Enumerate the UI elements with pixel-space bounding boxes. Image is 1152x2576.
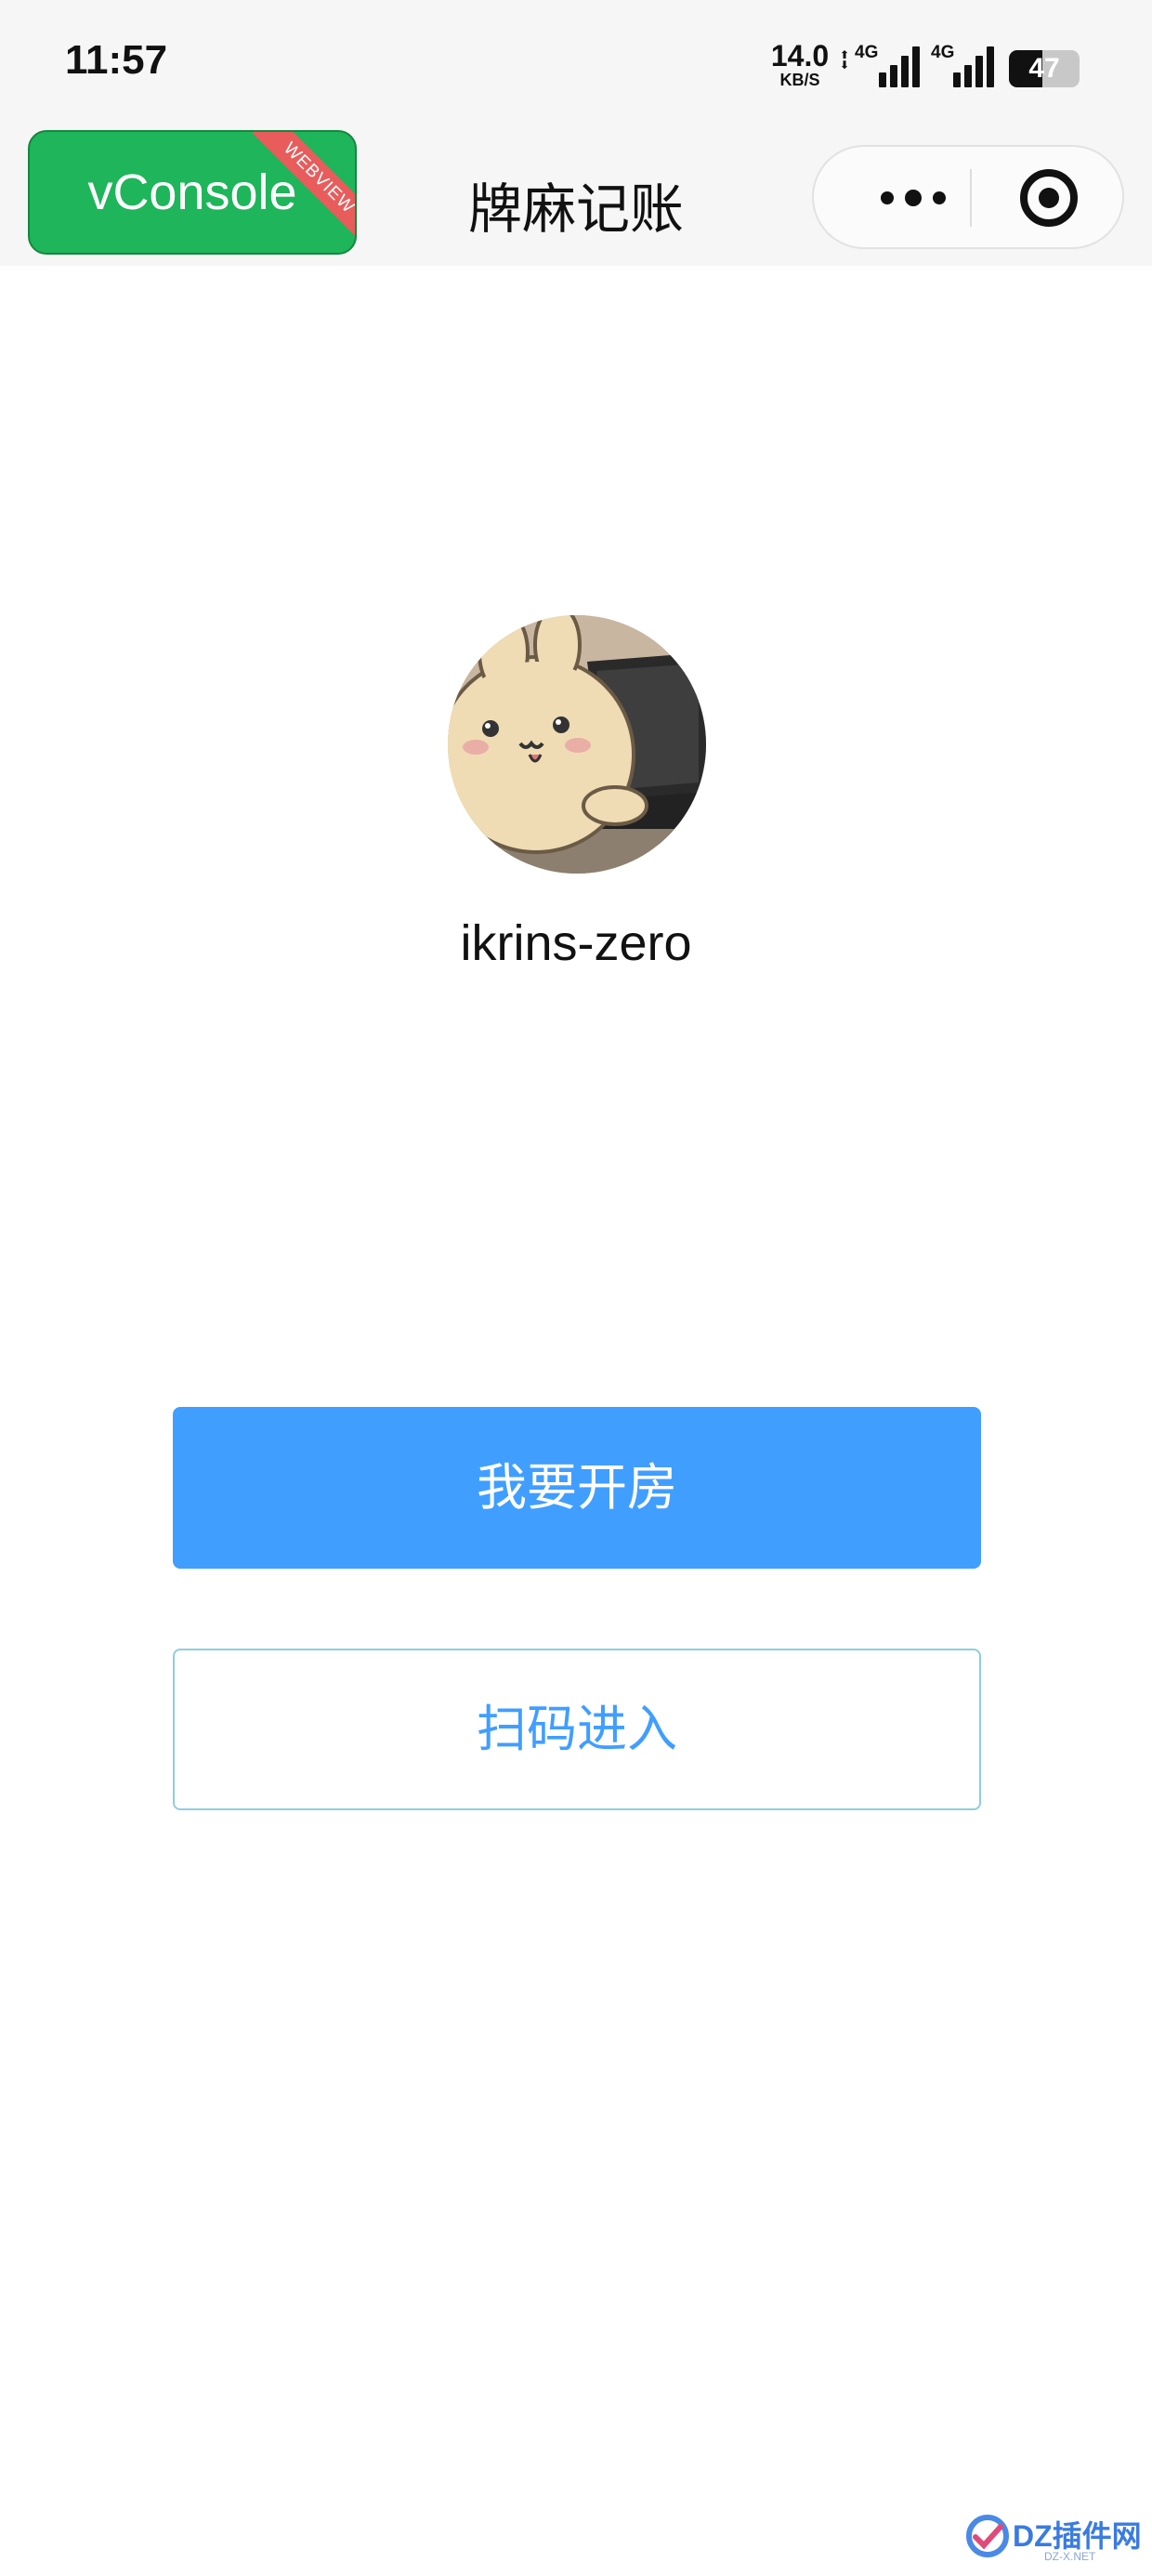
username: ikrins-zero — [460, 915, 692, 971]
data-arrows-icon: ⬆ ⬇ — [840, 48, 850, 72]
mini-program-capsule — [812, 145, 1124, 249]
page-title: 牌麻记账 — [467, 177, 684, 241]
site-watermark: DZ插件网 DZ-X.NET — [964, 2509, 1150, 2570]
network-speed-value: 14.0 — [770, 39, 830, 72]
more-options-button[interactable] — [860, 175, 962, 221]
signal-2-icon: 4G — [931, 43, 996, 87]
mini-program-page: 11:57 14.0 KB/S ⬆ ⬇ 4G 4G 47 vConsole WE… — [0, 0, 1152, 2576]
close-miniprogram-button[interactable] — [1020, 169, 1078, 227]
avatar — [448, 615, 706, 874]
battery-level: 47 — [1028, 53, 1060, 84]
signal-1-icon: ⬆ ⬇ 4G — [840, 43, 920, 87]
more-dots-icon — [881, 191, 894, 204]
signal-1-label: 4G — [855, 43, 879, 62]
status-icons: 14.0 KB/S ⬆ ⬇ 4G 4G 47 — [767, 41, 1102, 95]
avatar-image — [448, 615, 706, 874]
capsule-divider — [970, 169, 972, 227]
create-room-button[interactable]: 我要开房 — [173, 1407, 981, 1569]
scan-join-button[interactable]: 扫码进入 — [173, 1649, 981, 1810]
network-speed-unit: KB/S — [779, 71, 820, 89]
network-speed: 14.0 KB/S — [767, 41, 832, 89]
signal-2-label: 4G — [931, 43, 955, 62]
top-chrome: 11:57 14.0 KB/S ⬆ ⬇ 4G 4G 47 vConsole WE… — [0, 0, 1152, 266]
status-time: 11:57 — [65, 37, 168, 83]
watermark-logo-icon — [966, 2515, 1009, 2557]
vconsole-button[interactable]: vConsole WEBVIEW — [28, 130, 357, 255]
watermark-site: DZ-X.NET — [1044, 2550, 1096, 2563]
battery-icon: 47 — [1009, 50, 1080, 87]
